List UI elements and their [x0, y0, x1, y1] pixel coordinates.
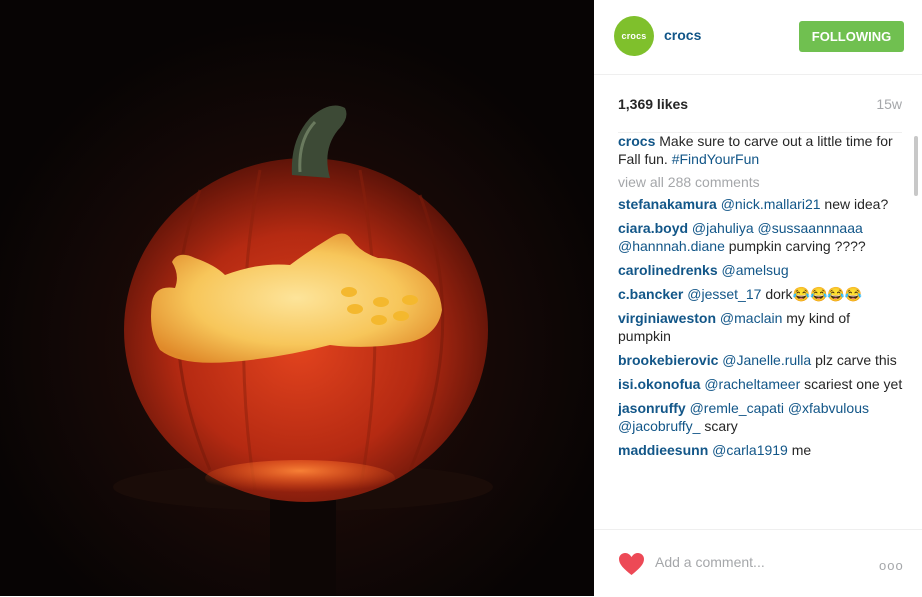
comment-mention[interactable]: @racheltameer — [704, 376, 800, 392]
comment-mention[interactable]: @amelsug — [722, 262, 789, 278]
comment-item: maddieesunn @carla1919 me — [618, 441, 904, 459]
comment-item: ciara.boyd @jahuliya @sussaannnaaa @hann… — [618, 219, 904, 255]
comment-author[interactable]: c.bancker — [618, 286, 683, 302]
comment-item: jasonruffy @remle_capati @xfabvulous @ja… — [618, 399, 904, 435]
comment-author[interactable]: virginiaweston — [618, 310, 716, 326]
post-time[interactable]: 15w — [876, 96, 902, 112]
username-link[interactable]: crocs — [664, 27, 701, 43]
avatar[interactable]: crocs — [614, 16, 654, 56]
comment-mention[interactable]: @Janelle.rulla — [722, 352, 811, 368]
comment-author[interactable]: ciara.boyd — [618, 220, 688, 236]
comment-item: brookebierovic @Janelle.rulla plz carve … — [618, 351, 904, 369]
comment-author[interactable]: brookebierovic — [618, 352, 718, 368]
comment-item: isi.okonofua @racheltameer scariest one … — [618, 375, 904, 393]
comment-author[interactable]: maddieesunn — [618, 442, 708, 458]
comment-mention[interactable]: @carla1919 — [712, 442, 788, 458]
comment-text: scariest one yet — [804, 376, 903, 392]
post-footer: Add a comment... ooo — [594, 529, 922, 597]
comment-mention[interactable]: @nick.mallari21 — [721, 196, 821, 212]
more-options-icon[interactable]: ooo — [879, 558, 904, 573]
comment-item: virginiaweston @maclain my kind of pumpk… — [618, 309, 904, 345]
comment-mention[interactable]: @jesset_17 — [687, 286, 761, 302]
caption-hashtag[interactable]: #FindYourFun — [672, 151, 759, 167]
comment-author[interactable]: isi.okonofua — [618, 376, 700, 392]
instagram-post: crocs crocs FOLLOWING 1,369 likes 15w cr… — [0, 0, 922, 596]
add-comment-input[interactable]: Add a comment... — [655, 554, 765, 570]
caption: crocs Make sure to carve out a little ti… — [618, 132, 904, 168]
post-sidebar: crocs crocs FOLLOWING 1,369 likes 15w cr… — [594, 0, 922, 596]
likes-count[interactable]: 1,369 likes — [618, 96, 688, 112]
comments-scrollbar[interactable] — [914, 136, 918, 526]
comment-author[interactable]: jasonruffy — [618, 400, 686, 416]
scrollbar-thumb[interactable] — [914, 136, 918, 196]
view-all-comments-link[interactable]: view all 288 comments — [618, 173, 904, 191]
post-photo[interactable] — [0, 0, 594, 596]
post-header: crocs crocs FOLLOWING — [594, 0, 922, 75]
comment-author[interactable]: carolinedrenks — [618, 262, 718, 278]
comment-item: c.bancker @jesset_17 dork😂😂😂😂 — [618, 285, 904, 303]
heart-icon[interactable] — [618, 552, 645, 576]
comment-text: new idea? — [824, 196, 889, 212]
following-button[interactable]: FOLLOWING — [799, 21, 904, 52]
comment-text: dork😂😂😂😂 — [765, 286, 863, 302]
caption-author[interactable]: crocs — [618, 133, 655, 149]
carved-pumpkin-image — [0, 0, 594, 596]
comment-text: me — [791, 442, 812, 458]
comment-text: pumpkin carving ???? — [728, 238, 866, 254]
comments-list: crocs Make sure to carve out a little ti… — [618, 132, 904, 528]
post-meta: 1,369 likes 15w — [618, 92, 902, 133]
comment-item: stefanakamura @nick.mallari21 new idea? — [618, 195, 904, 213]
comment-text: scary — [704, 418, 738, 434]
comment-text: plz carve this — [815, 352, 897, 368]
comment-author[interactable]: stefanakamura — [618, 196, 717, 212]
comment-mention[interactable]: @maclain — [720, 310, 782, 326]
comment-item: carolinedrenks @amelsug — [618, 261, 904, 279]
